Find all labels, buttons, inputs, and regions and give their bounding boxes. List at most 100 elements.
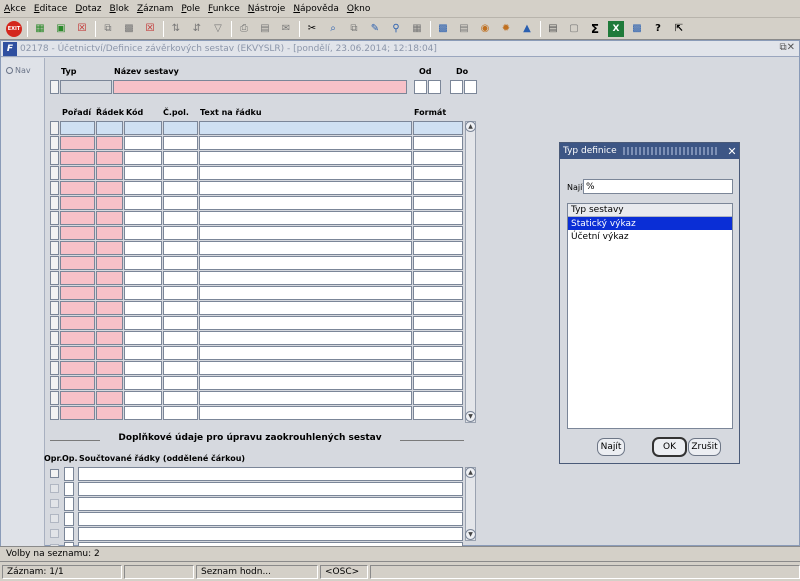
- kod-cell[interactable]: [124, 196, 162, 210]
- find-input[interactable]: %: [583, 179, 733, 194]
- text-cell[interactable]: [199, 331, 412, 345]
- ok-button[interactable]: OK: [652, 437, 687, 457]
- kod-cell[interactable]: [124, 376, 162, 390]
- do-field-1[interactable]: [450, 80, 463, 94]
- soucet-cell[interactable]: [78, 512, 463, 526]
- section-scroll-up-icon[interactable]: ▲: [465, 467, 476, 478]
- poradi-cell[interactable]: [60, 241, 95, 255]
- clipboard-icon[interactable]: ▩: [435, 21, 451, 37]
- cpol-cell[interactable]: [163, 121, 198, 135]
- poradi-cell[interactable]: [60, 391, 95, 405]
- soucet-cell[interactable]: [78, 497, 463, 511]
- radek-cell[interactable]: [96, 406, 123, 420]
- find-icon[interactable]: ⌕: [325, 21, 341, 37]
- poradi-cell[interactable]: [60, 211, 95, 225]
- cpol-cell[interactable]: [163, 241, 198, 255]
- kod-cell[interactable]: [124, 241, 162, 255]
- kod-cell[interactable]: [124, 226, 162, 240]
- new-icon[interactable]: ▣: [53, 21, 69, 37]
- record-info-icon[interactable]: ▤: [456, 21, 472, 37]
- poradi-cell[interactable]: [60, 181, 95, 195]
- row-indicator[interactable]: [50, 151, 59, 165]
- kod-cell[interactable]: [124, 151, 162, 165]
- radek-cell[interactable]: [96, 196, 123, 210]
- row-indicator[interactable]: [50, 241, 59, 255]
- lov-list-item[interactable]: Statický výkaz: [568, 217, 732, 230]
- notes-icon[interactable]: ▩: [629, 21, 645, 37]
- row-indicator[interactable]: [50, 331, 59, 345]
- zoom-icon[interactable]: ⚲: [388, 21, 404, 37]
- typ-field[interactable]: [60, 80, 112, 94]
- lov-list-item[interactable]: Účetní výkaz: [568, 230, 732, 243]
- poradi-cell[interactable]: [60, 271, 95, 285]
- radek-cell[interactable]: [96, 391, 123, 405]
- cpol-cell[interactable]: [163, 211, 198, 225]
- calc-icon[interactable]: ▦: [409, 21, 425, 37]
- radek-cell[interactable]: [96, 286, 123, 300]
- cpol-cell[interactable]: [163, 196, 198, 210]
- cpol-cell[interactable]: [163, 331, 198, 345]
- save-icon[interactable]: ▦: [32, 21, 48, 37]
- menu-item-7[interactable]: Nástroje: [248, 4, 286, 14]
- op-cell[interactable]: [64, 512, 74, 526]
- op-cell[interactable]: [64, 467, 74, 481]
- row-indicator[interactable]: [50, 376, 59, 390]
- format-cell[interactable]: [413, 406, 463, 420]
- format-cell[interactable]: [413, 241, 463, 255]
- nav-button[interactable]: Nav: [6, 66, 31, 75]
- row-indicator[interactable]: [50, 391, 59, 405]
- opr-checkbox[interactable]: [50, 484, 59, 493]
- kod-cell[interactable]: [124, 391, 162, 405]
- soucet-cell[interactable]: [78, 527, 463, 541]
- menu-item-4[interactable]: Záznam: [137, 4, 173, 14]
- format-cell[interactable]: [413, 211, 463, 225]
- menu-item-0[interactable]: Akce: [4, 4, 26, 14]
- od-field-2[interactable]: [428, 80, 441, 94]
- format-cell[interactable]: [413, 286, 463, 300]
- poradi-cell[interactable]: [60, 166, 95, 180]
- opr-checkbox[interactable]: [50, 469, 59, 478]
- scroll-down-icon[interactable]: ▼: [465, 411, 476, 422]
- format-cell[interactable]: [413, 301, 463, 315]
- text-cell[interactable]: [199, 121, 412, 135]
- row-indicator[interactable]: [50, 286, 59, 300]
- edit-icon[interactable]: ✎: [367, 21, 383, 37]
- radek-cell[interactable]: [96, 151, 123, 165]
- poradi-cell[interactable]: [60, 286, 95, 300]
- report-icon[interactable]: ▤: [545, 21, 561, 37]
- copy-record-icon[interactable]: ⧉: [346, 21, 362, 37]
- radek-cell[interactable]: [96, 271, 123, 285]
- op-cell[interactable]: [64, 527, 74, 541]
- kod-cell[interactable]: [124, 136, 162, 150]
- kod-cell[interactable]: [124, 316, 162, 330]
- menu-item-9[interactable]: Okno: [347, 4, 371, 14]
- poradi-cell[interactable]: [60, 316, 95, 330]
- cpol-cell[interactable]: [163, 286, 198, 300]
- od-field-1[interactable]: [414, 80, 427, 94]
- text-cell[interactable]: [199, 316, 412, 330]
- op-cell[interactable]: [64, 482, 74, 496]
- text-cell[interactable]: [199, 166, 412, 180]
- form-icon[interactable]: ▢: [566, 21, 582, 37]
- cut-icon[interactable]: ✂: [304, 21, 320, 37]
- nazev-field[interactable]: [113, 80, 407, 94]
- format-cell[interactable]: [413, 256, 463, 270]
- kod-cell[interactable]: [124, 271, 162, 285]
- row-indicator[interactable]: [50, 361, 59, 375]
- cpol-cell[interactable]: [163, 256, 198, 270]
- radek-cell[interactable]: [96, 166, 123, 180]
- text-cell[interactable]: [199, 151, 412, 165]
- radek-cell[interactable]: [96, 346, 123, 360]
- format-cell[interactable]: [413, 361, 463, 375]
- excel-icon[interactable]: X: [608, 20, 624, 37]
- delete-icon[interactable]: ☒: [74, 21, 90, 37]
- cpol-cell[interactable]: [163, 136, 198, 150]
- settings-icon[interactable]: ✹: [498, 21, 514, 37]
- row-indicator[interactable]: [50, 196, 59, 210]
- kod-cell[interactable]: [124, 181, 162, 195]
- print-preview-icon[interactable]: ▤: [257, 21, 273, 37]
- format-cell[interactable]: [413, 136, 463, 150]
- radek-cell[interactable]: [96, 301, 123, 315]
- row-indicator[interactable]: [50, 121, 59, 135]
- format-cell[interactable]: [413, 121, 463, 135]
